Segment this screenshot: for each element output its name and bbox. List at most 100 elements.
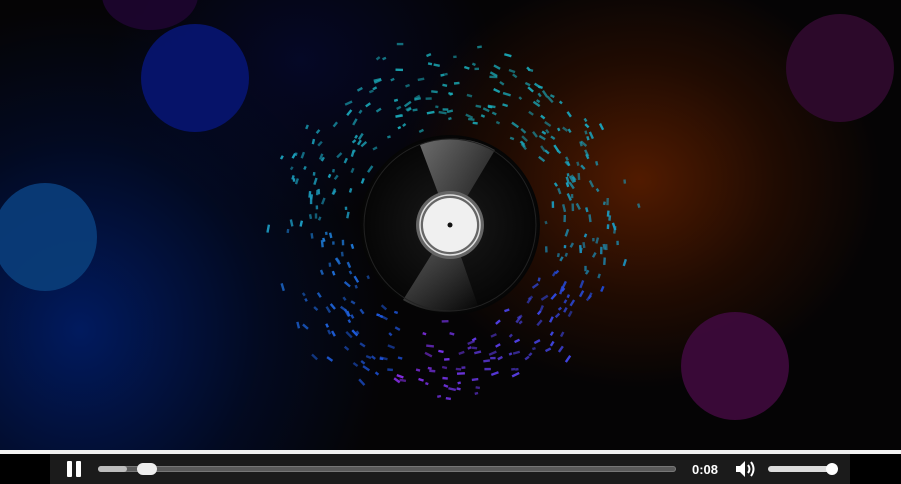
visualizer-bar	[328, 262, 332, 267]
visualizer-bar	[427, 62, 433, 66]
visualizer-bar	[461, 366, 466, 369]
visualizer-bar	[426, 53, 432, 58]
visualizer-bar	[405, 83, 410, 88]
visualizer-bar	[350, 167, 355, 174]
visualizer-bar	[350, 300, 356, 305]
visualizer-bar	[286, 228, 290, 234]
visualizer-bar	[343, 157, 348, 164]
visualizer-bar	[308, 214, 313, 220]
visualizer-bar	[291, 152, 297, 159]
visualizer-bar	[541, 89, 549, 98]
visualizer-bar	[396, 373, 404, 379]
visualizer-bar	[532, 131, 538, 138]
visualizer-bar	[303, 165, 307, 171]
visualizer-bar	[280, 283, 285, 292]
pause-icon	[67, 461, 81, 477]
visualizer-bar	[354, 134, 359, 139]
visualizer-bar	[339, 305, 348, 313]
visualizer-bar	[570, 194, 574, 199]
visualizer-bar	[466, 93, 473, 98]
visualizer-bar	[569, 242, 575, 248]
visualizer-bar	[600, 285, 605, 293]
visualizer-bar	[351, 139, 357, 144]
visualizer-bar	[456, 387, 461, 391]
visualizer-bar	[549, 331, 554, 337]
visualizer-bar	[448, 116, 452, 121]
visualizer-bar	[394, 326, 401, 331]
visualizer-bar	[316, 292, 322, 298]
visualizer-bar	[471, 377, 479, 382]
visualizer-bar	[370, 355, 376, 360]
orb-blue	[141, 24, 249, 132]
visualizer-bar	[319, 269, 324, 276]
visualizer-bar	[592, 237, 595, 242]
visualizer-bar	[558, 100, 563, 105]
visualizer-bar	[395, 68, 404, 72]
visualizer-bar	[565, 156, 569, 161]
visualizer-bar	[331, 270, 336, 276]
visualizer-bar	[528, 352, 533, 357]
visualizer-bar	[549, 94, 555, 99]
seek-slider[interactable]	[98, 462, 676, 476]
visualizer-bar	[359, 308, 365, 315]
visualizer-bar	[511, 121, 520, 129]
seek-thumb[interactable]	[136, 463, 157, 475]
visualizer-bar	[424, 381, 429, 386]
visualizer-bar	[580, 164, 586, 170]
visualizer-bar	[566, 173, 570, 177]
visualizer-bar	[588, 214, 592, 223]
visualizer-bar	[563, 245, 567, 249]
visualizer-bar	[336, 152, 343, 159]
visualizer-bar	[359, 342, 366, 348]
visualizer-bar	[375, 56, 381, 61]
visualizer-bar	[418, 128, 424, 134]
visualizer-bar	[488, 350, 497, 356]
visualizer-bar	[352, 361, 359, 368]
visualizer-bar	[585, 207, 589, 213]
volume-thumb[interactable]	[826, 463, 838, 475]
visualizer-bar	[475, 104, 482, 108]
visualizer-bar	[544, 121, 552, 127]
visualizer-bar	[358, 109, 363, 114]
visualizer-bar	[360, 359, 366, 365]
visualizer-bar	[602, 201, 606, 206]
visualizer-bar	[508, 352, 513, 356]
visualizer-bar	[584, 130, 588, 135]
visualizer-bar	[472, 121, 478, 125]
visualizer-bar	[324, 231, 328, 236]
visualizer-bar	[502, 103, 509, 108]
visualizer-bar	[520, 127, 527, 134]
visualizer-bar	[387, 368, 393, 372]
visualizer-bar	[327, 329, 332, 335]
visualizer-bar	[441, 319, 449, 323]
visualizer-bar	[436, 394, 442, 398]
visualizer-bar	[403, 100, 412, 108]
visualizer-bar	[540, 114, 546, 120]
visualizer-bar	[563, 307, 568, 313]
visualizer-bar	[417, 77, 425, 82]
visualizer-bar	[457, 381, 462, 385]
visualizer-bar	[438, 349, 444, 354]
volume-slider[interactable]	[768, 462, 838, 476]
visualizer-bar	[348, 270, 353, 275]
visualizer-bar	[467, 117, 475, 122]
visualizer-bar	[616, 240, 619, 246]
visualizer-bar	[362, 365, 371, 372]
visualizer-bar	[587, 292, 593, 300]
pause-button[interactable]	[60, 455, 88, 483]
visualizer-bar	[623, 179, 627, 184]
visualizer-bar	[495, 120, 501, 125]
visualizer-bar	[533, 339, 541, 345]
visualizer-bar	[583, 117, 588, 123]
visualizer-bar	[312, 171, 316, 176]
visualizer-bar	[564, 355, 572, 363]
visualizer-bar	[511, 371, 520, 378]
visualizer-bar	[532, 346, 536, 351]
visualizer-bar	[622, 258, 628, 267]
visualizer-bar	[341, 239, 345, 246]
visualizer-bar	[314, 213, 318, 219]
visualizer-bar	[571, 203, 575, 212]
visualizer-bar	[313, 306, 319, 312]
mute-button[interactable]	[732, 455, 760, 483]
visualizer-bar	[557, 306, 562, 311]
